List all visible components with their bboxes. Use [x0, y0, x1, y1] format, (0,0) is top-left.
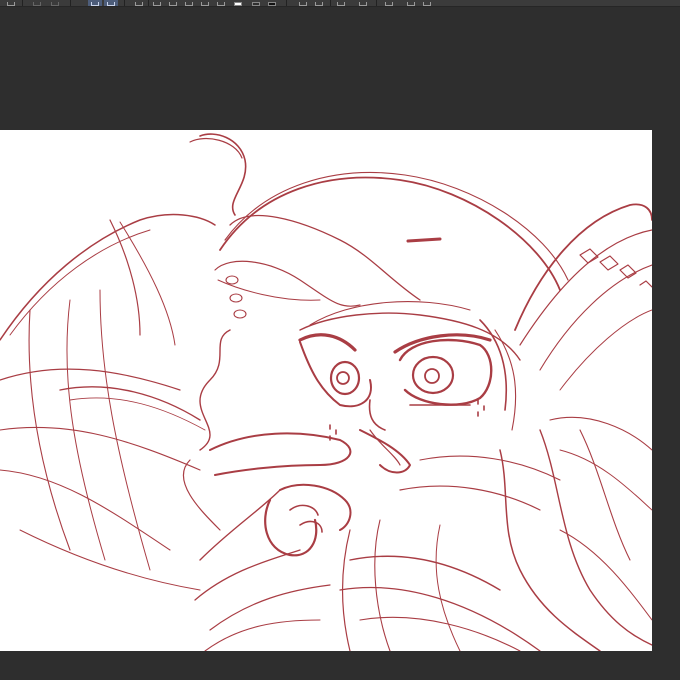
canvas-workspace[interactable] [0, 7, 680, 680]
drawing-canvas[interactable] [0, 130, 652, 651]
sketch-drawing [0, 133, 652, 651]
paint-app-window [0, 0, 680, 680]
